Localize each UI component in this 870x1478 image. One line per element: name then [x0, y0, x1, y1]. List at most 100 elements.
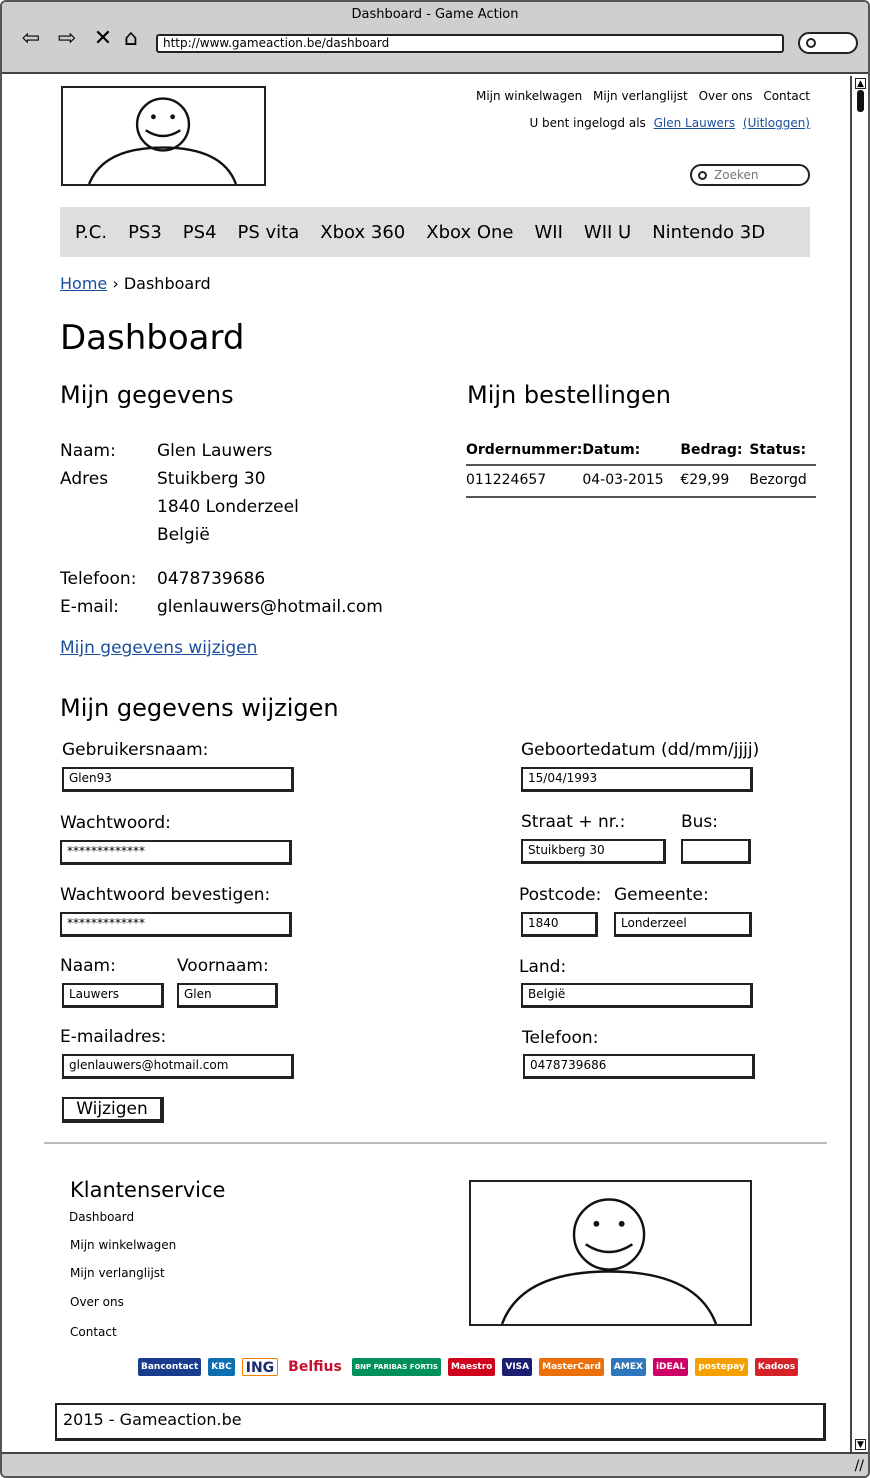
scroll-thumb[interactable] — [857, 90, 864, 112]
search-icon — [806, 38, 816, 48]
link-contact[interactable]: Contact — [763, 89, 810, 103]
order-amount: €29,99 — [680, 465, 750, 498]
straat-input[interactable]: Stuikberg 30 — [521, 839, 666, 864]
order-status: Bezorgd — [749, 465, 816, 498]
adres-label: Adres — [60, 469, 109, 489]
image-placeholder-icon — [500, 1198, 718, 1324]
bus-label: Bus: — [681, 812, 719, 832]
user-link[interactable]: Glen Lauwers — [654, 116, 735, 130]
naam-value: Glen Lauwers — [157, 441, 273, 461]
scroll-up-icon[interactable]: ▲ — [855, 78, 866, 89]
address-bar[interactable]: http://www.gameaction.be/dashboard — [156, 34, 784, 53]
breadcrumb-current: Dashboard — [123, 274, 211, 293]
table-row[interactable]: 011224657 04-03-2015 €29,99 Bezorgd — [466, 465, 816, 498]
ks-item-dashboard[interactable]: Dashboard — [69, 1210, 134, 1224]
category-ps-vita[interactable]: PS vita — [238, 222, 300, 243]
wachtwoord-label: Wachtwoord: — [60, 813, 171, 833]
voornaam-input[interactable]: Glen — [177, 983, 278, 1008]
form-naam-input[interactable]: Lauwers — [62, 983, 164, 1008]
bestellingen-heading: Mijn bestellingen — [467, 381, 671, 409]
scroll-down-icon[interactable]: ▼ — [855, 1439, 866, 1450]
ks-item-over-ons[interactable]: Over ons — [70, 1295, 124, 1309]
orders-table: Ordernummer: Datum: Bedrag: Status: 0112… — [466, 438, 816, 498]
browser-search[interactable] — [798, 32, 858, 54]
mastercard-logo: MasterCard — [539, 1358, 604, 1376]
order-date: 04-03-2015 — [582, 465, 681, 498]
forward-arrow-icon[interactable]: ⇨ — [54, 26, 80, 52]
telefoon-value: 0478739686 — [157, 569, 266, 589]
breadcrumb: Home › Dashboard — [60, 274, 211, 293]
ks-item-contact[interactable]: Contact — [70, 1325, 117, 1339]
link-verlanglijst[interactable]: Mijn verlanglijst — [593, 89, 688, 103]
orders-header-row: Ordernummer: Datum: Bedrag: Status: — [466, 438, 816, 466]
home-icon[interactable]: ⌂ — [118, 26, 144, 52]
category-xbox-one[interactable]: Xbox One — [426, 222, 513, 243]
category-nintendo-3d[interactable]: Nintendo 3D — [652, 222, 765, 243]
voornaam-label: Voornaam: — [177, 956, 269, 976]
search-icon — [698, 171, 707, 180]
straat-label: Straat + nr.: — [521, 812, 626, 832]
category-wii[interactable]: WII — [534, 222, 562, 243]
ks-item-winkelwagen[interactable]: Mijn winkelwagen — [70, 1238, 176, 1252]
postcode-input[interactable]: 1840 — [521, 912, 598, 937]
telefoon-label: Telefoon: — [60, 569, 137, 589]
klantenservice-title: Klantenservice — [70, 1178, 226, 1202]
payment-methods: Bancontact KBC ING Belfius BNP PARIBAS F… — [138, 1356, 805, 1378]
site-logo-placeholder[interactable] — [61, 86, 266, 186]
adres-line-1: Stuikberg 30 — [157, 469, 266, 489]
logout-link[interactable]: (Uitloggen) — [743, 116, 810, 130]
scrollbar[interactable]: ▲ ▼ — [850, 76, 868, 1452]
link-winkelwagen[interactable]: Mijn winkelwagen — [476, 89, 582, 103]
bancontact-logo: Bancontact — [138, 1358, 202, 1376]
adres-line-3: België — [157, 525, 210, 545]
col-bedrag: Bedrag: — [680, 438, 750, 466]
visa-logo: VISA — [502, 1358, 533, 1376]
login-prefix: U bent ingelogd als — [529, 116, 646, 130]
back-arrow-icon[interactable]: ⇦ — [18, 26, 44, 52]
footer-image-placeholder — [469, 1180, 752, 1326]
email-value: glenlauwers@hotmail.com — [157, 597, 383, 617]
form-heading: Mijn gegevens wijzigen — [60, 694, 339, 722]
breadcrumb-home[interactable]: Home — [60, 274, 107, 293]
status-bar: // — [2, 1452, 868, 1476]
kbc-logo: KBC — [208, 1358, 235, 1376]
maestro-logo: Maestro — [447, 1358, 496, 1376]
postcode-label: Postcode: — [519, 885, 602, 905]
bevestigen-input[interactable]: ************* — [60, 912, 292, 937]
form-email-label: E-mailadres: — [60, 1027, 167, 1047]
wijzigen-button[interactable]: Wijzigen — [62, 1097, 164, 1123]
ing-logo: ING — [241, 1358, 279, 1376]
top-links: Mijn winkelwagen Mijn verlanglijst Over … — [469, 89, 810, 103]
form-telefoon-input[interactable]: 0478739686 — [523, 1054, 755, 1079]
breadcrumb-separator: › — [112, 274, 119, 293]
bus-input[interactable] — [681, 839, 751, 864]
mijn-gegevens-heading: Mijn gegevens — [60, 381, 234, 409]
geboortedatum-input[interactable]: 15/04/1993 — [521, 767, 753, 792]
wachtwoord-input[interactable]: ************* — [60, 840, 292, 865]
category-wii-u[interactable]: WII U — [584, 222, 631, 243]
category-nav: P.C. PS3 PS4 PS vita Xbox 360 Xbox One W… — [60, 207, 810, 257]
land-label: Land: — [519, 957, 567, 977]
edit-gegevens-link[interactable]: Mijn gegevens wijzigen — [60, 638, 257, 658]
category-ps3[interactable]: PS3 — [128, 222, 162, 243]
search-placeholder: Zoeken — [714, 168, 759, 182]
col-datum: Datum: — [582, 438, 681, 466]
naam-label: Naam: — [60, 441, 116, 461]
category-pc[interactable]: P.C. — [75, 222, 107, 243]
link-over-ons[interactable]: Over ons — [699, 89, 753, 103]
geboortedatum-label: Geboortedatum (dd/mm/jjjj) — [521, 740, 760, 760]
gebruikersnaam-input[interactable]: Glen93 — [62, 767, 294, 792]
gemeente-input[interactable]: Londerzeel — [614, 912, 752, 937]
stop-icon[interactable]: ✕ — [90, 26, 116, 52]
footer-divider — [44, 1142, 827, 1144]
category-xbox-360[interactable]: Xbox 360 — [320, 222, 405, 243]
ks-item-verlanglijst[interactable]: Mijn verlanglijst — [70, 1266, 165, 1280]
page-title: Dashboard — [60, 318, 245, 358]
resize-grip-icon[interactable]: // — [855, 1458, 864, 1474]
col-ordernummer: Ordernummer: — [466, 438, 583, 466]
category-ps4[interactable]: PS4 — [183, 222, 217, 243]
site-search-input[interactable]: Zoeken — [690, 164, 810, 186]
land-input[interactable]: België — [521, 983, 753, 1008]
kadoos-logo: Kadoos — [754, 1358, 799, 1376]
form-email-input[interactable]: glenlauwers@hotmail.com — [62, 1054, 294, 1079]
